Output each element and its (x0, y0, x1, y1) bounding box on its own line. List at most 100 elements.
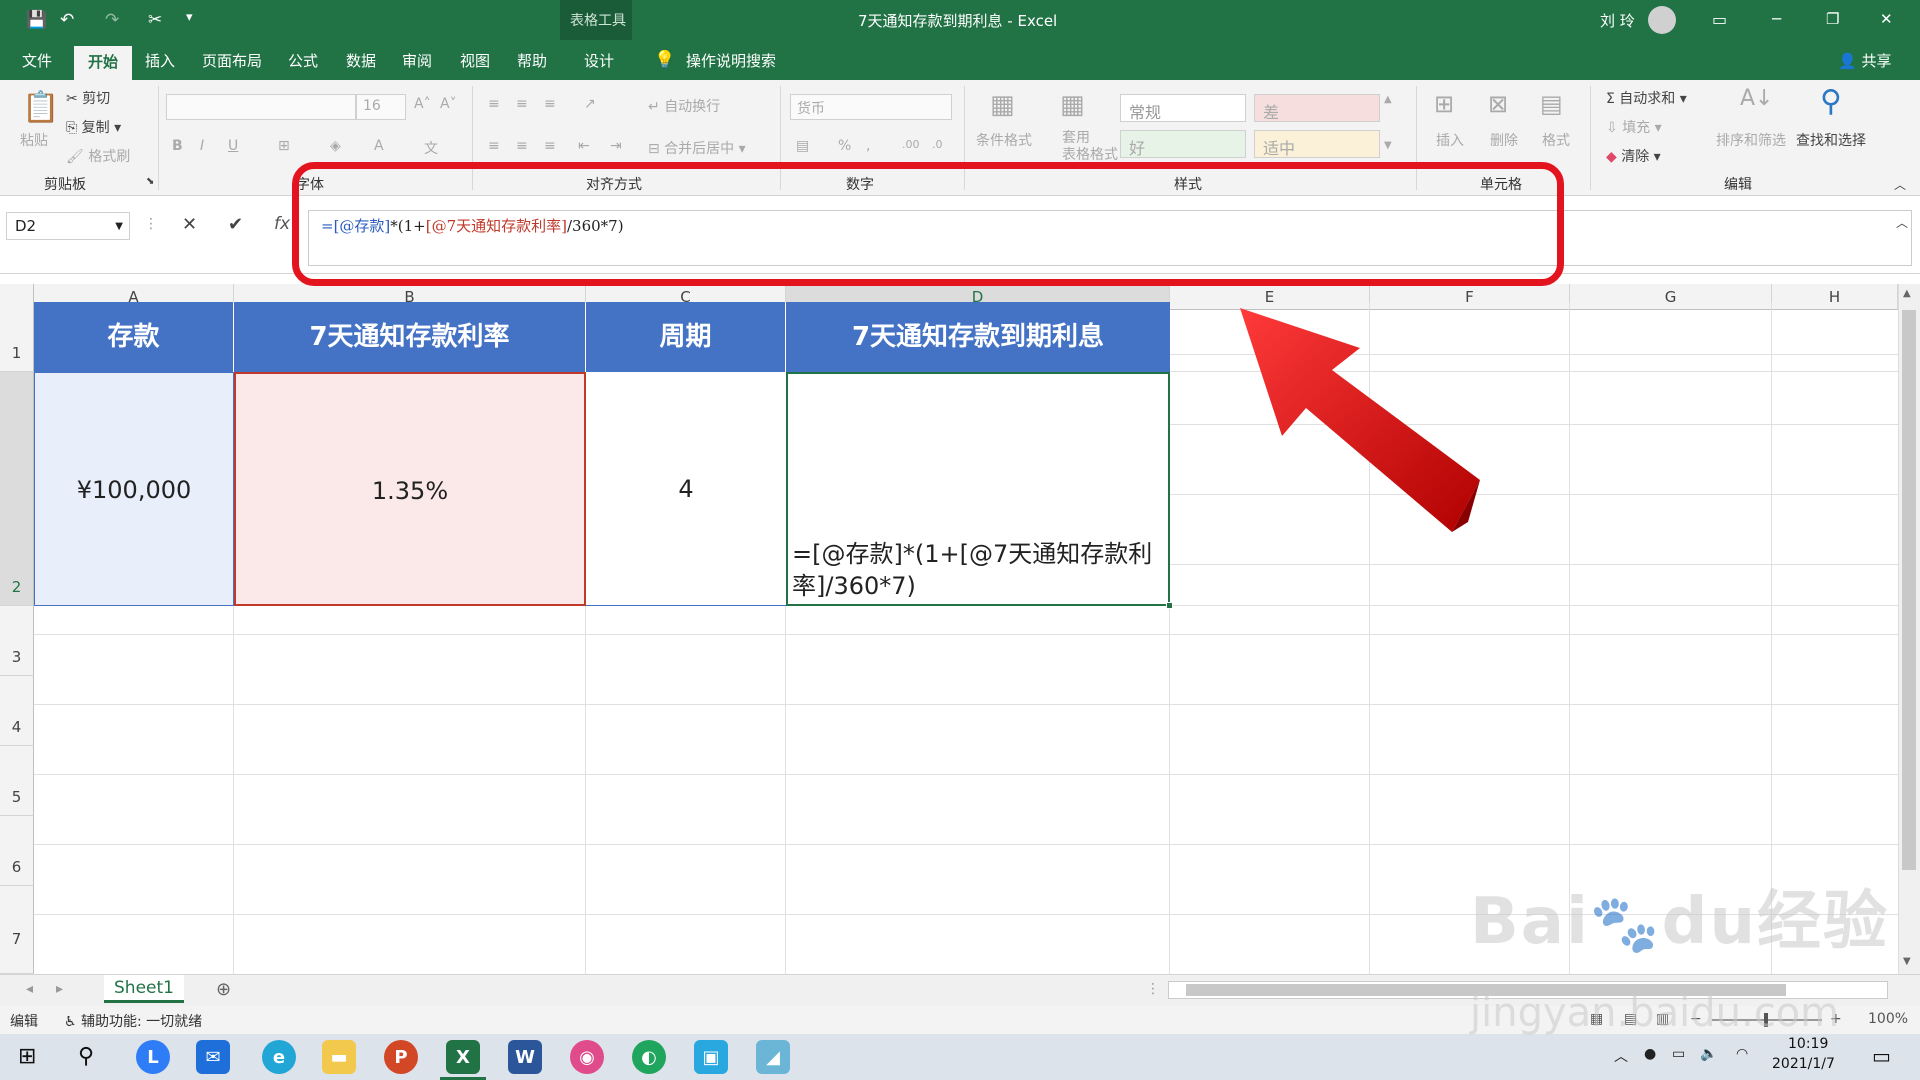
shrink-font-icon[interactable]: A˅ (440, 96, 457, 112)
font-size-box[interactable]: 16 (356, 94, 406, 120)
cut-quick-icon[interactable]: ✂ (148, 10, 162, 30)
wrap-text-button[interactable]: ↵ 自动换行 (648, 96, 720, 116)
volume-icon[interactable]: 🔈 (1700, 1046, 1717, 1062)
align-middle-icon[interactable]: ≡ (516, 96, 528, 112)
format-cells-icon[interactable]: ▤ (1540, 90, 1563, 118)
clear-button[interactable]: ◆ 清除 ▾ (1606, 146, 1661, 166)
name-box[interactable]: D2 ▼ (6, 212, 130, 240)
fill-handle[interactable] (1166, 602, 1173, 609)
styles-scroll-down-icon[interactable]: ▼ (1384, 140, 1392, 151)
next-sheet-icon[interactable]: ▸ (56, 981, 63, 997)
user-name[interactable]: 刘 玲 (1600, 10, 1635, 31)
tab-page-layout[interactable]: 页面布局 (202, 50, 262, 71)
clock-time[interactable]: 10:19 (1788, 1036, 1828, 1052)
underline-icon[interactable]: U (228, 138, 238, 154)
style-good[interactable]: 好 (1120, 130, 1246, 158)
table-header-interest[interactable]: 7天通知存款到期利息 (786, 302, 1170, 372)
minimize-icon[interactable]: ─ (1772, 10, 1781, 28)
font-color-icon[interactable]: A (374, 138, 384, 154)
sort-filter-button[interactable]: 排序和筛选 (1716, 130, 1786, 150)
copy-button[interactable]: ⎘ 复制 ▾ (66, 117, 121, 137)
restore-icon[interactable]: ❐ (1826, 10, 1839, 28)
find-select-icon[interactable]: ⚲ (1820, 84, 1842, 119)
autosum-button[interactable]: Σ 自动求和 ▾ (1606, 88, 1687, 108)
tab-home[interactable]: 开始 (74, 46, 133, 80)
align-top-icon[interactable]: ≡ (488, 96, 500, 112)
align-center-icon[interactable]: ≡ (516, 138, 528, 154)
conditional-format-icon[interactable]: ▦ (990, 90, 1015, 120)
accessibility-status[interactable]: ♿ 辅助功能: 一切就绪 (64, 1011, 202, 1031)
row-header-2[interactable]: 2 (0, 372, 34, 606)
format-cells-button[interactable]: 格式 (1542, 130, 1570, 150)
row-header-1[interactable]: 1 (0, 302, 34, 372)
find-select-button[interactable]: 查找和选择 (1796, 130, 1866, 150)
grow-font-icon[interactable]: A˄ (414, 96, 431, 112)
row-header-7[interactable]: 7 (0, 886, 34, 974)
tab-view[interactable]: 视图 (460, 50, 490, 71)
powerpoint-icon[interactable]: P (384, 1040, 418, 1074)
align-bottom-icon[interactable]: ≡ (544, 96, 556, 112)
row-header-6[interactable]: 6 (0, 816, 34, 886)
vertical-scroll-thumb[interactable] (1902, 310, 1916, 870)
battery-icon[interactable]: ▭ (1672, 1046, 1685, 1062)
cell-c2[interactable]: 4 (586, 372, 786, 606)
merge-center-button[interactable]: ⊟ 合并后居中 ▾ (648, 138, 746, 158)
number-format-box[interactable]: 货币 (790, 94, 952, 120)
font-name-box[interactable] (166, 94, 356, 120)
fill-button[interactable]: ⇩ 填充 ▾ (1606, 117, 1662, 137)
table-header-rate[interactable]: 7天通知存款利率 (234, 302, 586, 372)
percent-icon[interactable]: % (838, 138, 851, 154)
zoom-level[interactable]: 100% (1868, 1011, 1908, 1027)
add-sheet-icon[interactable]: ⊕ (216, 979, 231, 1000)
cut-button[interactable]: ✂ 剪切 (66, 88, 110, 108)
prev-sheet-icon[interactable]: ◂ (26, 981, 33, 997)
tray-user-icon[interactable]: ● (1644, 1046, 1656, 1062)
cell-a2[interactable]: ¥100,000 (34, 372, 234, 606)
border-icon[interactable]: ⊞ (278, 138, 290, 154)
confirm-entry-icon[interactable]: ✔ (228, 214, 243, 235)
tab-data[interactable]: 数据 (346, 50, 376, 71)
format-as-table-button[interactable]: 套用 表格格式 (1062, 130, 1118, 164)
cell-b2[interactable]: 1.35% (234, 372, 586, 606)
align-right-icon[interactable]: ≡ (544, 138, 556, 154)
close-icon[interactable]: ✕ (1880, 10, 1893, 28)
delete-cells-icon[interactable]: ⊠ (1488, 90, 1508, 118)
indent-increase-icon[interactable]: ⇥ (610, 138, 622, 154)
collapse-formula-bar-icon[interactable]: ︿ (1896, 214, 1908, 231)
save-icon[interactable]: 💾 (26, 10, 47, 30)
insert-function-icon[interactable]: fx (274, 214, 290, 234)
cancel-entry-icon[interactable]: ✕ (182, 214, 197, 235)
tab-help[interactable]: 帮助 (517, 50, 547, 71)
align-left-icon[interactable]: ≡ (488, 138, 500, 154)
comma-icon[interactable]: , (866, 138, 870, 154)
bold-icon[interactable]: B (172, 138, 183, 154)
scroll-down-icon[interactable]: ▼ (1903, 956, 1911, 967)
clipboard-launcher-icon[interactable]: ⬊ (146, 176, 154, 187)
row-header-4[interactable]: 4 (0, 676, 34, 746)
excel-icon[interactable]: X (446, 1040, 480, 1074)
redo-icon[interactable]: ↷ (105, 10, 119, 30)
paste-icon[interactable]: 📋 (22, 90, 59, 125)
edge-icon[interactable]: ◐ (632, 1040, 666, 1074)
search-icon[interactable]: ⚲ (78, 1044, 94, 1069)
orientation-icon[interactable]: ↗ (584, 96, 596, 112)
word-icon[interactable]: W (508, 1040, 542, 1074)
tab-insert[interactable]: 插入 (145, 50, 175, 71)
phonetic-icon[interactable]: 文 (424, 138, 438, 158)
accounting-format-icon[interactable]: ▤ (796, 138, 809, 154)
tab-file[interactable]: 文件 (22, 50, 52, 71)
table-header-deposit[interactable]: 存款 (34, 302, 234, 372)
file-explorer-icon[interactable]: ▬ (322, 1040, 356, 1074)
app-misc-icon[interactable]: ◢ (756, 1040, 790, 1074)
avatar[interactable] (1648, 6, 1676, 34)
windows-start-icon[interactable]: ⊞ (18, 1044, 36, 1069)
notification-icon[interactable]: ▭ (1872, 1044, 1891, 1068)
screenshot-tool-icon[interactable]: ▣ (694, 1040, 728, 1074)
cell-d2[interactable]: =[@存款]*(1+[@7天通知存款利率]/360*7) (786, 372, 1173, 609)
insert-cells-icon[interactable]: ⊞ (1434, 90, 1454, 118)
insert-cells-button[interactable]: 插入 (1436, 130, 1464, 150)
style-bad[interactable]: 差 (1254, 94, 1380, 122)
fill-color-icon[interactable]: ◈ (330, 138, 341, 154)
style-neutral[interactable]: 适中 (1254, 130, 1380, 158)
conditional-format-button[interactable]: 条件格式 (976, 130, 1032, 150)
